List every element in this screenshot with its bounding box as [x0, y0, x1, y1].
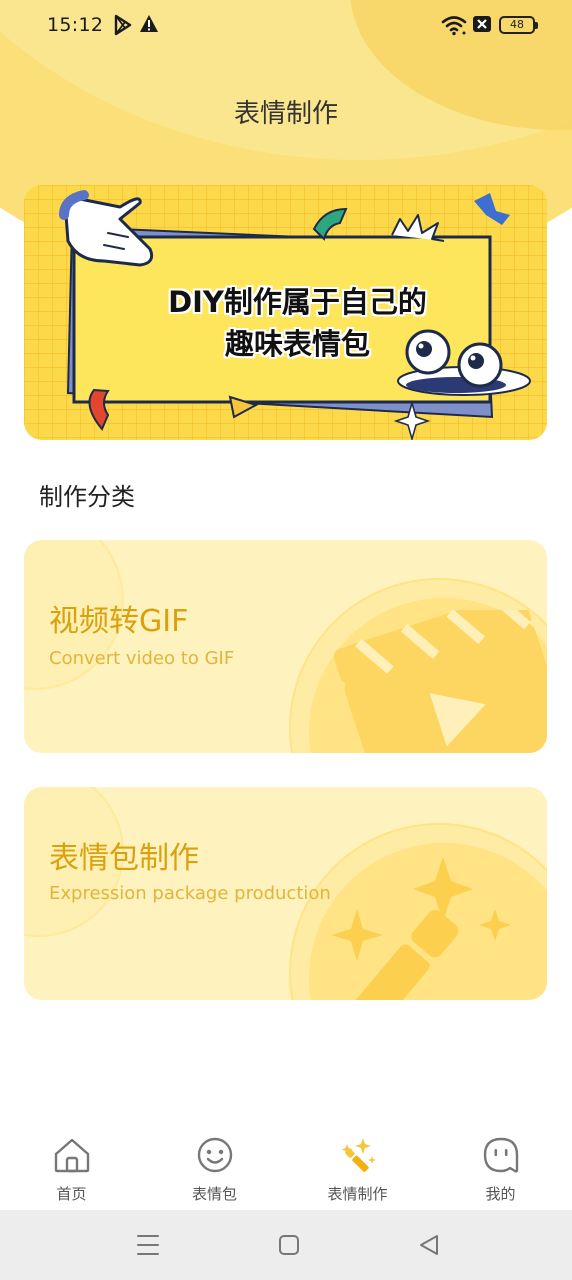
- category-card-video-to-gif[interactable]: 视频转GIF Convert video to GIF: [24, 540, 547, 753]
- home-icon: [54, 1138, 90, 1173]
- home-square-icon[interactable]: [278, 1233, 300, 1257]
- tab-profile[interactable]: 我的: [429, 1122, 572, 1210]
- tab-sticker-maker[interactable]: 表情制作: [286, 1122, 429, 1210]
- tab-stickers[interactable]: 表情包: [143, 1122, 286, 1210]
- status-bar: 15:12 48: [0, 0, 572, 52]
- wifi-icon: [441, 16, 467, 36]
- bottom-tab-bar: 首页 表情包 表情制作 我的: [0, 1122, 572, 1210]
- menu-icon[interactable]: [137, 1233, 159, 1257]
- section-title: 制作分类: [39, 483, 135, 511]
- smiley-icon: [197, 1137, 233, 1173]
- promo-banner[interactable]: DIY制作属于自己的 趣味表情包: [24, 185, 547, 440]
- card-title: 视频转GIF: [49, 604, 189, 639]
- system-navigation-bar: [0, 1210, 572, 1280]
- category-card-expression-maker[interactable]: 表情包制作 Expression package production: [24, 787, 547, 1000]
- battery-icon: 48: [499, 16, 538, 34]
- card-title: 表情包制作: [49, 841, 199, 876]
- tab-label: 我的: [485, 1185, 516, 1203]
- tab-label: 表情包: [191, 1185, 237, 1203]
- play-store-icon: [114, 14, 132, 36]
- banner-line-1: DIY制作属于自己的: [168, 285, 427, 319]
- magic-wand-icon: [331, 857, 511, 1000]
- back-triangle-icon[interactable]: [418, 1233, 440, 1257]
- card-subtitle: Convert video to GIF: [49, 648, 235, 669]
- banner-headline: DIY制作属于自己的 趣味表情包: [24, 281, 547, 365]
- tab-label: 表情制作: [327, 1185, 388, 1203]
- page-title: 表情制作: [233, 99, 338, 129]
- profile-face-icon: [483, 1137, 519, 1173]
- tab-label: 首页: [56, 1185, 87, 1203]
- warning-icon: [140, 15, 158, 32]
- no-sim-icon: [473, 16, 491, 32]
- tab-home[interactable]: 首页: [0, 1122, 143, 1210]
- card-subtitle: Expression package production: [49, 883, 331, 904]
- status-time: 15:12: [47, 14, 104, 36]
- banner-line-2: 趣味表情包: [224, 327, 370, 361]
- magic-wand-icon: [341, 1138, 376, 1172]
- clapperboard-icon: [333, 610, 547, 753]
